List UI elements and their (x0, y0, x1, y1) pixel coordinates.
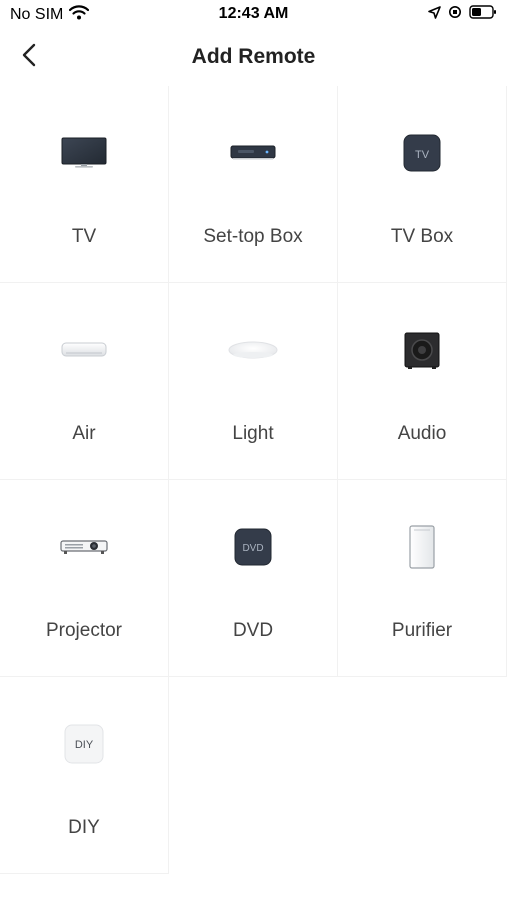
projector-icon (0, 525, 168, 569)
device-tile-set-top-box[interactable]: Set-top Box (169, 86, 338, 283)
device-tile-light[interactable]: Light (169, 283, 338, 480)
device-label: Air (72, 423, 96, 444)
device-tile-diy[interactable]: DIY DIY (0, 677, 169, 874)
device-label: DIY (68, 817, 100, 838)
page-title: Add Remote (191, 45, 316, 68)
diy-icon-text: DIY (75, 739, 94, 751)
device-tile-tv[interactable]: TV (0, 86, 169, 283)
set-top-box-icon (169, 131, 337, 175)
air-conditioner-icon (0, 328, 168, 372)
device-label: Audio (397, 423, 447, 444)
status-bar: No SIM 12:43 AM (0, 0, 507, 30)
tv-box-icon: TV (338, 131, 506, 175)
device-label: Projector (45, 620, 123, 641)
speaker-icon (338, 328, 506, 372)
status-right (428, 5, 497, 24)
device-label: DVD (232, 620, 274, 641)
device-tile-dvd[interactable]: DVD DVD (169, 480, 338, 677)
device-tile-projector[interactable]: Projector (0, 480, 169, 677)
location-arrow-icon (428, 5, 441, 24)
device-tile-air[interactable]: Air (0, 283, 169, 480)
device-label: Set-top Box (203, 226, 303, 247)
air-purifier-icon (338, 525, 506, 569)
device-label: TV (71, 226, 97, 247)
tv-box-icon-text: TV (415, 149, 430, 161)
device-label: TV Box (390, 226, 454, 247)
dvd-icon-text: DVD (242, 543, 263, 554)
tv-icon (0, 131, 168, 175)
device-label: Light (232, 423, 274, 444)
device-label: Purifier (391, 620, 453, 641)
ceiling-light-icon (169, 328, 337, 372)
battery-icon (469, 5, 497, 24)
diy-icon: DIY (0, 722, 168, 766)
dvd-player-icon: DVD (169, 525, 337, 569)
nav-bar: Add Remote (0, 30, 507, 86)
device-tile-audio[interactable]: Audio (338, 283, 507, 480)
orientation-lock-icon (448, 5, 462, 24)
device-grid: TV Set-top Box TV TV Box Air Light Audio… (0, 86, 507, 874)
device-tile-tv-box[interactable]: TV TV Box (338, 86, 507, 283)
device-tile-purifier[interactable]: Purifier (338, 480, 507, 677)
